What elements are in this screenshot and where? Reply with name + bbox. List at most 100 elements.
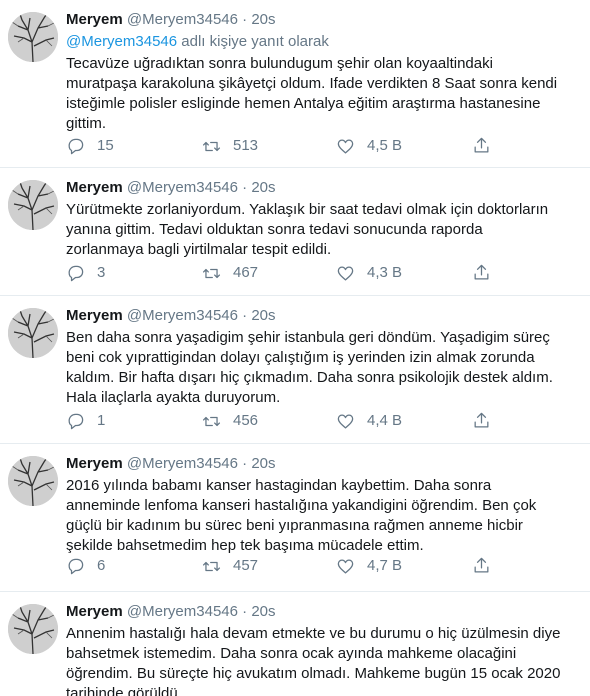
separator-dot: ·	[242, 11, 248, 28]
tweet-text-line: Yürütmekte zorlaniyordum. Yaklaşık bir s…	[66, 201, 549, 218]
tweet-actions: 6 457 4,7 B	[66, 556, 506, 576]
reply-context: @Meryem34546 adlı kişiye yanıt olarak	[66, 32, 578, 52]
reply-count: 15	[97, 137, 114, 154]
like-count: 4,4 B	[367, 412, 403, 429]
author-name[interactable]: Meryem	[66, 307, 123, 324]
avatar[interactable]	[8, 456, 58, 506]
tweet-text-line: şekilde bahsetmedim hep tek başıma mücad…	[66, 537, 424, 554]
reply-button[interactable]: 6	[66, 556, 105, 576]
retweet-icon	[202, 141, 221, 151]
reply-count: 1	[97, 412, 106, 429]
tweet-text-line: 2016 yılında babamı kanser hastagindan k…	[66, 477, 492, 494]
tweet[interactable]: Meryem @Meryem34546 · 20s Ben daha sonra…	[0, 296, 590, 444]
timestamp[interactable]: 20s	[251, 455, 275, 472]
reply-mention-link[interactable]: @Meryem34546	[66, 33, 177, 50]
tweet[interactable]: Meryem @Meryem34546 · 20s @Meryem34546 a…	[0, 0, 590, 168]
share-icon	[474, 557, 489, 573]
retweet-button[interactable]: 513	[202, 136, 258, 156]
tweet-actions: 1 456 4,4 B	[66, 411, 506, 431]
tweet-text-line: tarihinde görüldü.	[66, 685, 182, 696]
tweet-text-line: gittim.	[66, 115, 107, 132]
reply-context-suffix: adlı kişiye yanıt olarak	[177, 33, 329, 50]
tweet-text-line: Hala ilaçlarla ayakta duruyorum.	[66, 389, 281, 406]
share-button[interactable]	[472, 136, 503, 155]
retweet-button[interactable]: 457	[202, 556, 258, 576]
like-button[interactable]: 4,7 B	[336, 556, 402, 576]
tweet-text-line: beni cok yıprattigindan dolayı çalıştığı…	[66, 349, 535, 366]
reply-icon	[68, 413, 84, 429]
reply-button[interactable]: 1	[66, 411, 105, 431]
retweet-icon	[202, 561, 221, 571]
tweet-text-line: Tecavüze uğradıktan sonra bulundugum şeh…	[66, 55, 493, 72]
tweet-text-line: bahsetmek istemedim. Daha sonra ocak ayı…	[66, 645, 517, 662]
reply-count: 6	[97, 557, 106, 574]
retweet-icon	[202, 268, 221, 278]
share-icon	[474, 264, 489, 280]
reply-icon	[68, 265, 84, 281]
like-button[interactable]: 4,5 B	[336, 136, 402, 156]
tweet-text: 2016 yılında babamı kanser hastagindan k…	[66, 476, 578, 556]
reply-icon	[68, 138, 84, 154]
author-name[interactable]: Meryem	[66, 11, 123, 28]
heart-icon	[337, 414, 354, 428]
tweet-text-line: Ben daha sonra yaşadigim şehir istanbula…	[66, 329, 550, 346]
timestamp[interactable]: 20s	[251, 11, 275, 28]
tweet-text-line: öğrendim. Bu süreçte hiç avukatım olmadı…	[66, 665, 561, 682]
retweet-count: 456	[233, 412, 259, 429]
separator-dot: ·	[242, 455, 248, 472]
author-handle[interactable]: @Meryem34546	[127, 179, 238, 196]
tweet-text: Ben daha sonra yaşadigim şehir istanbula…	[66, 328, 578, 408]
reply-button[interactable]: 3	[66, 263, 105, 283]
share-button[interactable]	[472, 263, 503, 282]
tweet[interactable]: Meryem @Meryem34546 · 20s Yürütmekte zor…	[0, 168, 590, 296]
separator-dot: ·	[242, 603, 248, 620]
tweet-header: Meryem @Meryem34546 · 20s	[66, 602, 578, 622]
reply-count: 3	[97, 264, 106, 281]
author-name[interactable]: Meryem	[66, 603, 123, 620]
heart-icon	[337, 139, 354, 153]
author-handle[interactable]: @Meryem34546	[127, 603, 238, 620]
like-button[interactable]: 4,3 B	[336, 263, 402, 283]
tweet-text-line: kaldım. Bir hafta dışarı hiç çıkmadım. D…	[66, 369, 553, 386]
share-button[interactable]	[472, 556, 503, 575]
tweet-text-line: Annenim hastalığı hala devam etmekte ve …	[66, 625, 561, 642]
retweet-count: 467	[233, 264, 259, 281]
reply-button[interactable]: 15	[66, 136, 114, 156]
separator-dot: ·	[242, 179, 248, 196]
heart-icon	[337, 266, 354, 280]
avatar[interactable]	[8, 308, 58, 358]
like-count: 4,7 B	[367, 557, 403, 574]
share-button[interactable]	[472, 411, 503, 430]
timestamp[interactable]: 20s	[251, 603, 275, 620]
tweet-header: Meryem @Meryem34546 · 20s	[66, 10, 578, 30]
tweet-actions: 15 513 4,5 B	[66, 136, 506, 156]
timestamp[interactable]: 20s	[251, 179, 275, 196]
heart-icon	[337, 559, 354, 573]
avatar[interactable]	[8, 180, 58, 230]
author-handle[interactable]: @Meryem34546	[127, 11, 238, 28]
share-icon	[474, 412, 489, 428]
tweet[interactable]: Meryem @Meryem34546 · 20s Annenim hastal…	[0, 592, 590, 696]
tweet-header: Meryem @Meryem34546 · 20s	[66, 178, 578, 198]
avatar[interactable]	[8, 12, 58, 62]
avatar[interactable]	[8, 604, 58, 654]
like-button[interactable]: 4,4 B	[336, 411, 402, 431]
author-handle[interactable]: @Meryem34546	[127, 455, 238, 472]
timestamp[interactable]: 20s	[251, 307, 275, 324]
retweet-icon	[202, 416, 221, 426]
separator-dot: ·	[242, 307, 248, 324]
retweet-button[interactable]: 467	[202, 263, 258, 283]
like-count: 4,3 B	[367, 264, 403, 281]
share-icon	[474, 137, 489, 153]
retweet-button[interactable]: 456	[202, 411, 258, 431]
tweet-text-line: anneminde lenfoma kanseri hastalığına ya…	[66, 497, 537, 514]
author-name[interactable]: Meryem	[66, 455, 123, 472]
tweet-text-line: zorlanmaya bagli yirtilmalar tespit edil…	[66, 241, 332, 258]
author-handle[interactable]: @Meryem34546	[127, 307, 238, 324]
author-name[interactable]: Meryem	[66, 179, 123, 196]
tweet-text: Annenim hastalığı hala devam etmekte ve …	[66, 624, 578, 696]
tweet-text: Yürütmekte zorlaniyordum. Yaklaşık bir s…	[66, 200, 578, 260]
retweet-count: 513	[233, 137, 259, 154]
tweet[interactable]: Meryem @Meryem34546 · 20s 2016 yılında b…	[0, 444, 590, 592]
tweet-text: Tecavüze uğradıktan sonra bulundugum şeh…	[66, 54, 578, 134]
